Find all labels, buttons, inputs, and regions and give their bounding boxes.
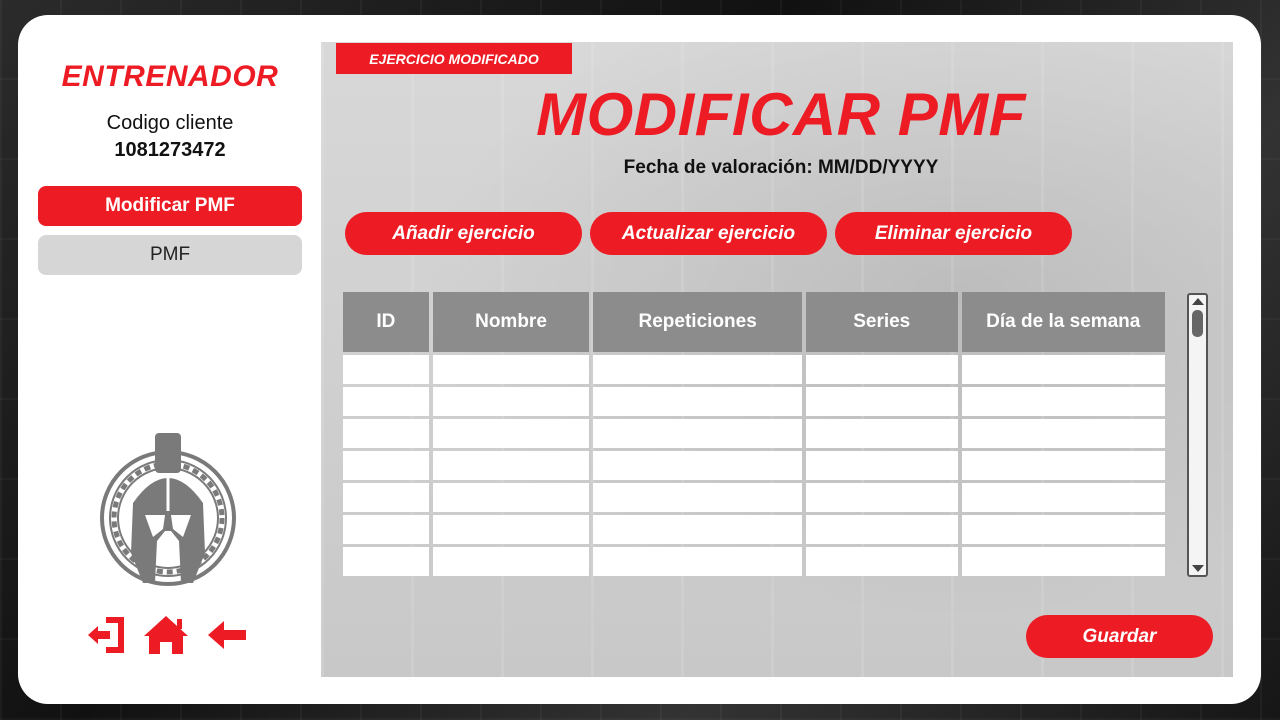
- table-cell[interactable]: [961, 387, 1165, 416]
- nav-pmf-button[interactable]: PMF: [38, 235, 302, 275]
- table-cell[interactable]: [343, 419, 429, 448]
- column-header-nombre[interactable]: Nombre: [432, 292, 590, 352]
- table-cell[interactable]: [432, 355, 590, 384]
- table-cell[interactable]: [805, 515, 958, 544]
- back-arrow-icon[interactable]: [204, 613, 250, 657]
- assessment-date: Fecha de valoración: MM/DD/YYYY: [623, 157, 939, 178]
- table-cell[interactable]: [343, 387, 429, 416]
- scroll-up-icon[interactable]: [1192, 298, 1204, 305]
- status-toast: EJERCICIO MODIFICADO: [336, 43, 572, 74]
- table-cell[interactable]: [805, 483, 958, 512]
- column-header-repeticiones[interactable]: Repeticiones: [593, 292, 802, 352]
- table-row[interactable]: [343, 515, 1165, 544]
- client-code-value: 1081273472: [114, 139, 226, 161]
- save-button[interactable]: Guardar: [1026, 615, 1213, 658]
- table-cell[interactable]: [961, 547, 1165, 576]
- spartan-helmet-logo: [100, 433, 236, 586]
- home-icon[interactable]: [141, 613, 191, 657]
- table-cell[interactable]: [343, 515, 429, 544]
- role-title: ENTRENADOR: [61, 60, 279, 93]
- update-exercise-button[interactable]: Actualizar ejercicio: [590, 212, 827, 255]
- main-panel: EJERCICIO MODIFICADO MODIFICAR PMF Fecha…: [321, 42, 1233, 677]
- scroll-down-icon[interactable]: [1192, 565, 1204, 572]
- table-cell[interactable]: [805, 355, 958, 384]
- page-title: MODIFICAR PMF: [536, 81, 1026, 148]
- table-row[interactable]: [343, 355, 1165, 384]
- column-header-series[interactable]: Series: [805, 292, 958, 352]
- table-cell[interactable]: [432, 547, 590, 576]
- bottom-icon-bar: [86, 613, 251, 657]
- table-cell[interactable]: [432, 387, 590, 416]
- status-toast-text: EJERCICIO MODIFICADO: [369, 50, 539, 67]
- scroll-thumb[interactable]: [1192, 310, 1203, 337]
- add-exercise-label: Añadir ejercicio: [392, 222, 535, 244]
- table-cell[interactable]: [805, 547, 958, 576]
- save-button-label: Guardar: [1082, 625, 1157, 647]
- delete-exercise-button[interactable]: Eliminar ejercicio: [835, 212, 1072, 255]
- table-cell[interactable]: [961, 483, 1165, 512]
- table-row[interactable]: [343, 419, 1165, 448]
- exercise-table-container: ID Nombre Repeticiones Series Día de la …: [343, 292, 1169, 577]
- table-cell[interactable]: [343, 547, 429, 576]
- logout-icon[interactable]: [86, 613, 128, 657]
- exercise-table: ID Nombre Repeticiones Series Día de la …: [343, 292, 1169, 577]
- delete-exercise-label: Eliminar ejercicio: [874, 222, 1033, 244]
- table-scrollbar[interactable]: [1187, 293, 1208, 577]
- table-cell[interactable]: [593, 419, 802, 448]
- table-cell[interactable]: [593, 451, 802, 480]
- table-header-row: ID Nombre Repeticiones Series Día de la …: [343, 292, 1165, 352]
- table-cell[interactable]: [961, 515, 1165, 544]
- table-row[interactable]: [343, 483, 1165, 512]
- table-cell[interactable]: [961, 355, 1165, 384]
- nav-modificar-pmf-button[interactable]: Modificar PMF: [38, 186, 302, 226]
- app-window: ENTRENADOR Codigo cliente 1081273472 Mod…: [18, 15, 1261, 704]
- table-cell[interactable]: [432, 451, 590, 480]
- table-cell[interactable]: [805, 387, 958, 416]
- table-cell[interactable]: [593, 515, 802, 544]
- table-body: [343, 355, 1165, 576]
- table-cell[interactable]: [593, 355, 802, 384]
- table-cell[interactable]: [961, 451, 1165, 480]
- nav-modificar-pmf-label: Modificar PMF: [105, 195, 235, 216]
- table-row[interactable]: [343, 387, 1165, 416]
- table-cell[interactable]: [343, 483, 429, 512]
- table-cell[interactable]: [343, 451, 429, 480]
- table-cell[interactable]: [432, 483, 590, 512]
- column-header-id[interactable]: ID: [343, 292, 429, 352]
- sidebar: ENTRENADOR Codigo cliente 1081273472 Mod…: [18, 15, 320, 704]
- column-header-dia-semana[interactable]: Día de la semana: [961, 292, 1165, 352]
- table-row[interactable]: [343, 451, 1165, 480]
- add-exercise-button[interactable]: Añadir ejercicio: [345, 212, 582, 255]
- table-cell[interactable]: [593, 483, 802, 512]
- table-cell[interactable]: [805, 451, 958, 480]
- table-cell[interactable]: [593, 387, 802, 416]
- table-cell[interactable]: [593, 547, 802, 576]
- table-row[interactable]: [343, 547, 1165, 576]
- client-code-label: Codigo cliente: [106, 112, 234, 134]
- update-exercise-label: Actualizar ejercicio: [621, 222, 796, 244]
- table-cell[interactable]: [343, 355, 429, 384]
- nav-pmf-label: PMF: [149, 244, 191, 265]
- table-cell[interactable]: [432, 515, 590, 544]
- table-cell[interactable]: [432, 419, 590, 448]
- table-cell[interactable]: [961, 419, 1165, 448]
- table-cell[interactable]: [805, 419, 958, 448]
